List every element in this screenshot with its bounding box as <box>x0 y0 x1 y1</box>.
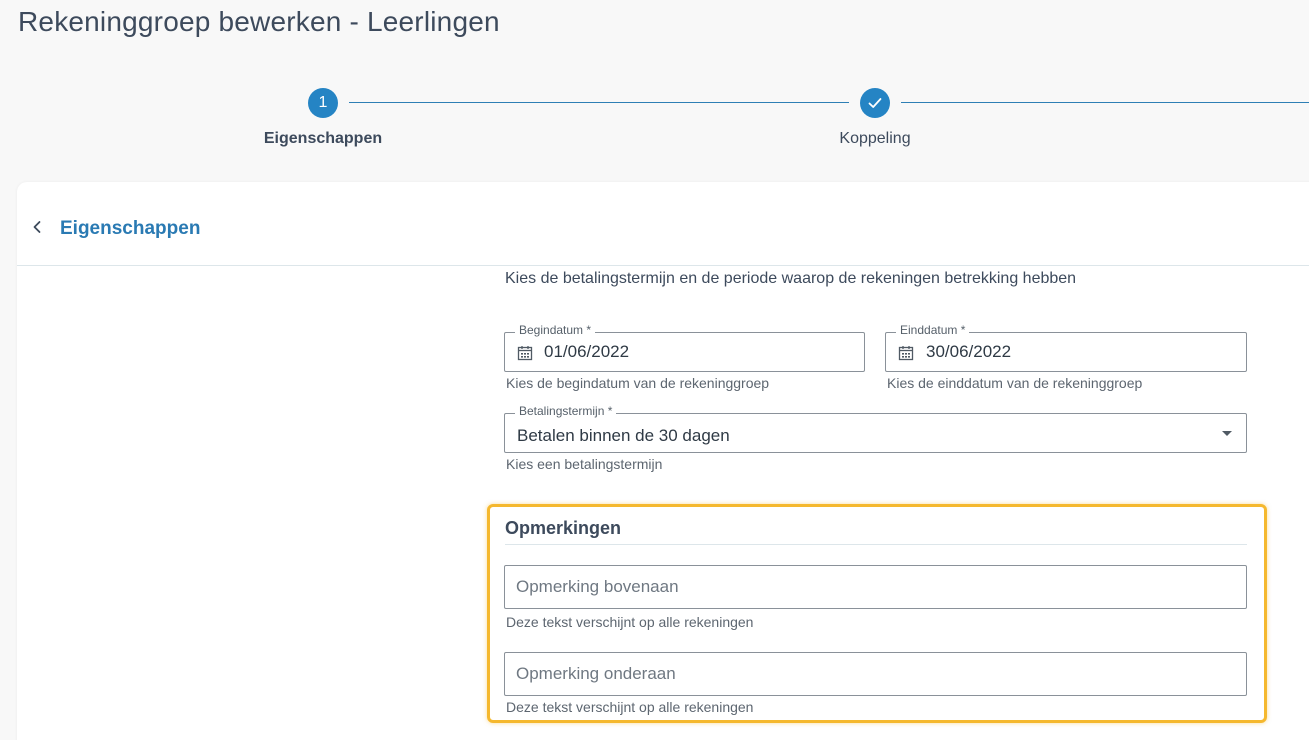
payment-term-value[interactable]: Betalen binnen de 30 dagen <box>517 426 730 446</box>
dropdown-arrow-icon[interactable] <box>1222 431 1232 436</box>
end-date-label: Einddatum * <box>896 323 970 337</box>
start-date-label: Begindatum * <box>515 323 596 337</box>
step-1-label[interactable]: Eigenschappen <box>264 130 382 148</box>
end-date-hint: Kies de einddatum van de rekeninggroep <box>887 375 1143 391</box>
card-title[interactable]: Eigenschappen <box>60 218 200 240</box>
stepper: 1 Eigenschappen Koppeling <box>0 86 1309 156</box>
form-intro: Kies de betalingstermijn en de periode w… <box>505 270 1077 287</box>
card-header: Eigenschappen <box>17 182 1309 266</box>
bottom-remark-input[interactable] <box>504 652 1247 696</box>
payment-term-hint: Kies een betalingstermijn <box>506 456 663 472</box>
check-icon <box>868 98 882 108</box>
step-connector <box>349 102 849 103</box>
step-2-circle[interactable] <box>860 88 890 118</box>
chevron-left-icon[interactable] <box>31 219 43 235</box>
remarks-title: Opmerkingen <box>505 518 622 538</box>
start-date-hint: Kies de begindatum van de rekeninggroep <box>506 375 770 391</box>
top-remark-hint: Deze tekst verschijnt op alle rekeningen <box>506 614 754 630</box>
remarks-divider <box>505 544 1247 545</box>
calendar-icon[interactable] <box>898 345 914 361</box>
start-date-value[interactable]: 01/06/2022 <box>544 342 629 362</box>
payment-term-select[interactable]: Betalingstermijn * Betalen binnen de 30 … <box>504 404 1247 453</box>
page-title: Rekeninggroep bewerken - Leerlingen <box>18 6 500 37</box>
payment-term-label: Betalingstermijn * <box>515 404 617 418</box>
step-1-circle[interactable]: 1 <box>308 88 338 118</box>
step-connector <box>901 102 1309 103</box>
start-date-field[interactable]: Begindatum * 01/06/2022 <box>504 323 865 372</box>
end-date-value[interactable]: 30/06/2022 <box>926 342 1011 362</box>
step-1-number: 1 <box>318 94 328 111</box>
end-date-field[interactable]: Einddatum * 30/06/2022 <box>885 323 1247 372</box>
calendar-icon[interactable] <box>517 345 533 361</box>
step-2-label[interactable]: Koppeling <box>839 130 910 148</box>
bottom-remark-hint: Deze tekst verschijnt op alle rekeningen <box>506 699 754 715</box>
top-remark-input[interactable] <box>504 565 1247 609</box>
